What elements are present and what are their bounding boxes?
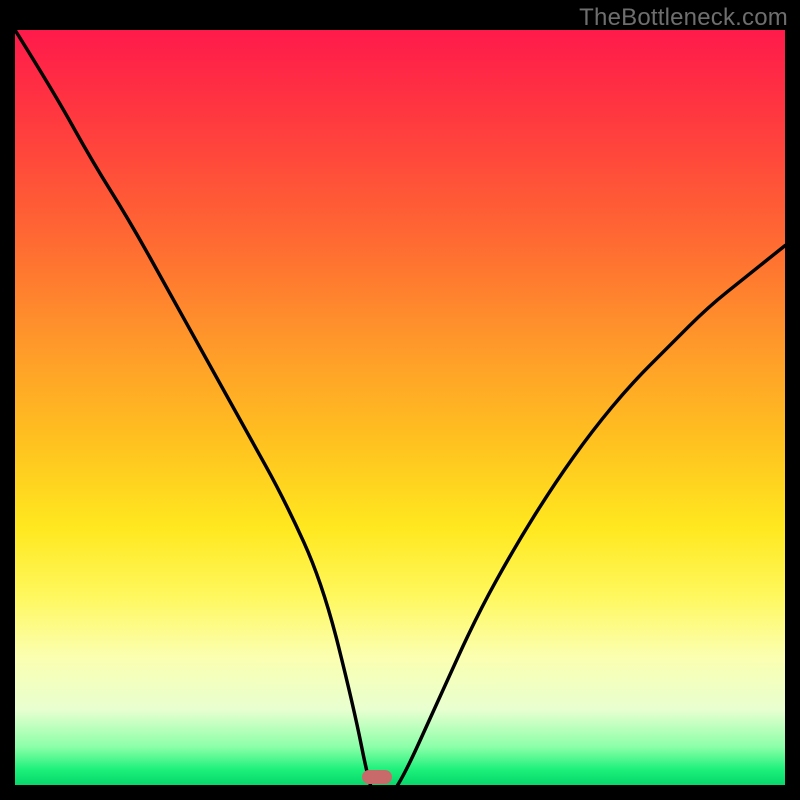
watermark-text: TheBottleneck.com xyxy=(579,4,788,32)
curve-svg xyxy=(15,30,785,785)
chart-frame: TheBottleneck.com xyxy=(0,0,800,800)
bottleneck-curve-path xyxy=(15,30,785,785)
plot-area xyxy=(15,30,785,785)
optimal-marker xyxy=(362,770,392,784)
